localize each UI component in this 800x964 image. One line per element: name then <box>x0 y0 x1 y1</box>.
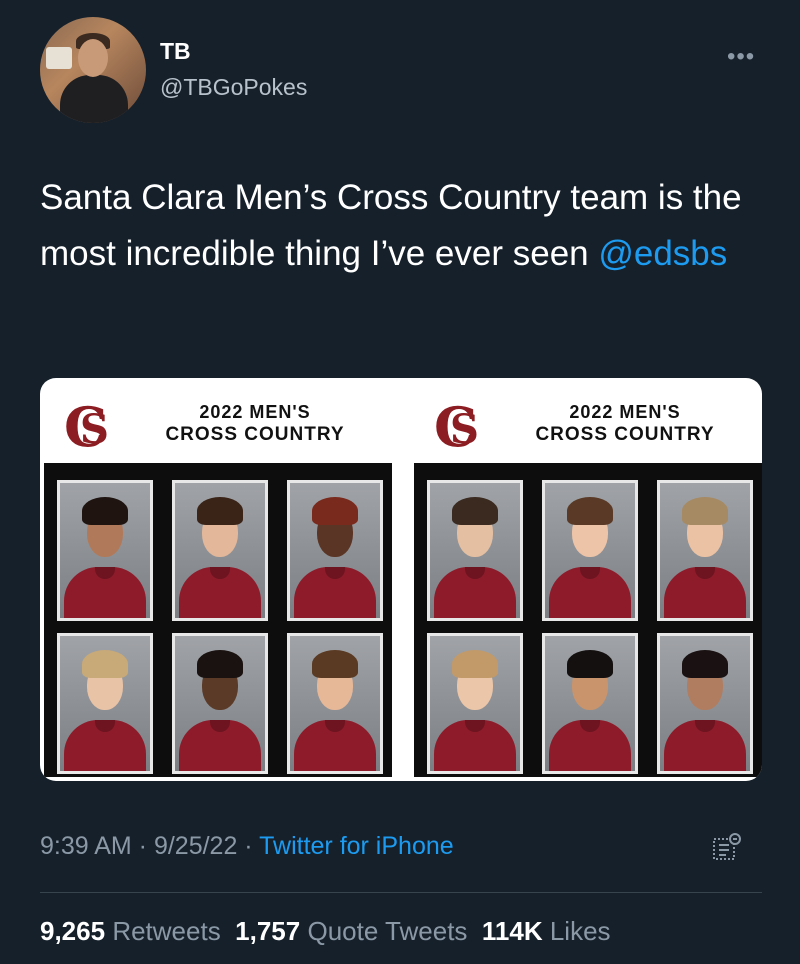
author-name[interactable]: TB <box>160 38 191 65</box>
likes-stat[interactable]: 114K Likes <box>482 916 611 946</box>
stats-divider <box>40 892 762 893</box>
team-photo-panel-right: CS 2022 MEN'S CROSS COUNTRY <box>410 378 762 781</box>
athlete-headshot <box>287 633 383 774</box>
retweets-label: Retweets <box>112 916 221 946</box>
athlete-headshot <box>172 480 268 621</box>
headshot-grid <box>414 463 762 777</box>
team-photo-panel-left: CS 2022 MEN'S CROSS COUNTRY <box>40 378 392 781</box>
analytics-icon[interactable] <box>712 832 742 862</box>
quote-tweets-count: 1,757 <box>235 916 301 946</box>
quote-tweets-label: Quote Tweets <box>307 916 468 946</box>
athlete-headshot <box>657 633 753 774</box>
panel-title-line2: CROSS COUNTRY <box>535 424 715 445</box>
athlete-headshot <box>427 633 523 774</box>
panel-title-line1: 2022 MEN'S <box>199 402 311 422</box>
athlete-headshot <box>287 480 383 621</box>
more-icon[interactable]: ••• <box>727 43 755 71</box>
athlete-headshot <box>57 480 153 621</box>
likes-count: 114K <box>481 916 543 946</box>
santa-clara-logo: CS <box>434 395 479 459</box>
engagement-stats: 9,265 Retweets 1,757 Quote Tweets 114K L… <box>40 916 611 947</box>
panel-title-line1: 2022 MEN'S <box>569 402 681 422</box>
headshot-grid <box>44 463 392 777</box>
athlete-headshot <box>427 480 523 621</box>
likes-label: Likes <box>549 916 611 946</box>
athlete-headshot <box>57 633 153 774</box>
author-avatar[interactable] <box>40 17 146 123</box>
author-handle[interactable]: @TBGoPokes <box>160 74 307 101</box>
mention-link[interactable]: @edsbs <box>598 234 727 273</box>
retweets-count: 9,265 <box>40 916 106 946</box>
quote-tweets-stat[interactable]: 1,757 Quote Tweets <box>235 916 467 946</box>
timestamp-text[interactable]: 9:39 AM · 9/25/22 · <box>40 832 259 860</box>
athlete-headshot <box>657 480 753 621</box>
tweet-source-link[interactable]: Twitter for iPhone <box>259 832 454 860</box>
retweets-stat[interactable]: 9,265 Retweets <box>40 916 221 946</box>
tweet-timestamp: 9:39 AM · 9/25/22 · Twitter for iPhone <box>40 832 454 861</box>
santa-clara-logo: CS <box>64 395 109 459</box>
athlete-headshot <box>542 480 638 621</box>
tweet-media-image[interactable]: CS 2022 MEN'S CROSS COUNTRY CS 2022 MEN'… <box>40 378 762 781</box>
tweet-text: Santa Clara Men’s Cross Country team is … <box>40 170 760 282</box>
athlete-headshot <box>542 633 638 774</box>
athlete-headshot <box>172 633 268 774</box>
panel-title-line2: CROSS COUNTRY <box>165 424 345 445</box>
